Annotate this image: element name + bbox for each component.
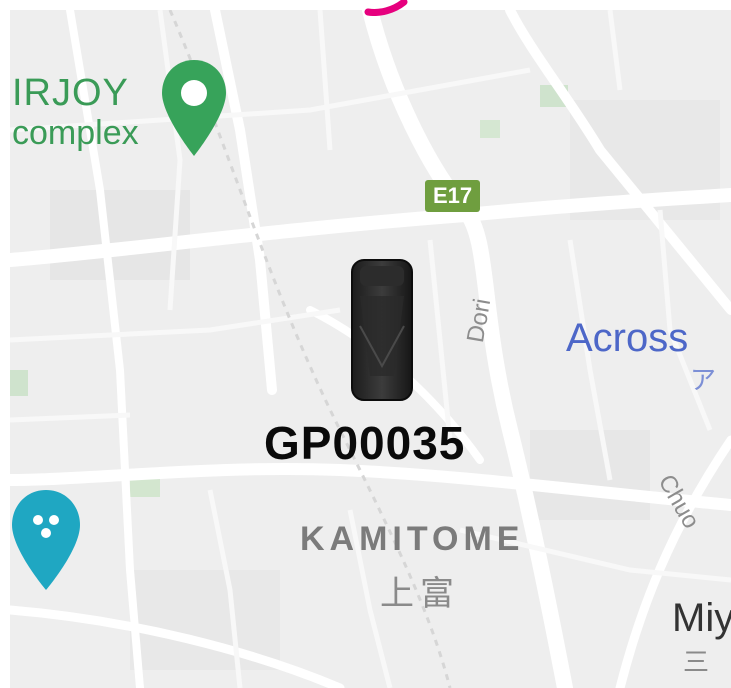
device-id-label: GP00035: [264, 417, 466, 469]
poi-subtitle-label: complex: [12, 114, 139, 152]
highway-shield: E17: [425, 180, 481, 212]
map-view[interactable]: IRJOY complex E17 Across ア Chuo Miy 三 Do…: [0, 0, 731, 688]
place-label-miy: Miy: [672, 596, 731, 640]
place-sublabel: ア: [690, 365, 717, 395]
poi-name-label: IRJOY: [12, 72, 129, 114]
place-label-across: Across: [566, 316, 689, 360]
area-name-label: KAMITOME: [300, 520, 525, 558]
place-sublabel-miy: 三: [683, 647, 710, 677]
gps-tracker-icon[interactable]: [346, 256, 418, 406]
route-line: [364, 0, 408, 16]
area-name-japanese-label: 上富: [380, 575, 460, 613]
teal-place-pin-icon[interactable]: [10, 488, 82, 592]
green-place-pin-icon[interactable]: [160, 58, 228, 158]
